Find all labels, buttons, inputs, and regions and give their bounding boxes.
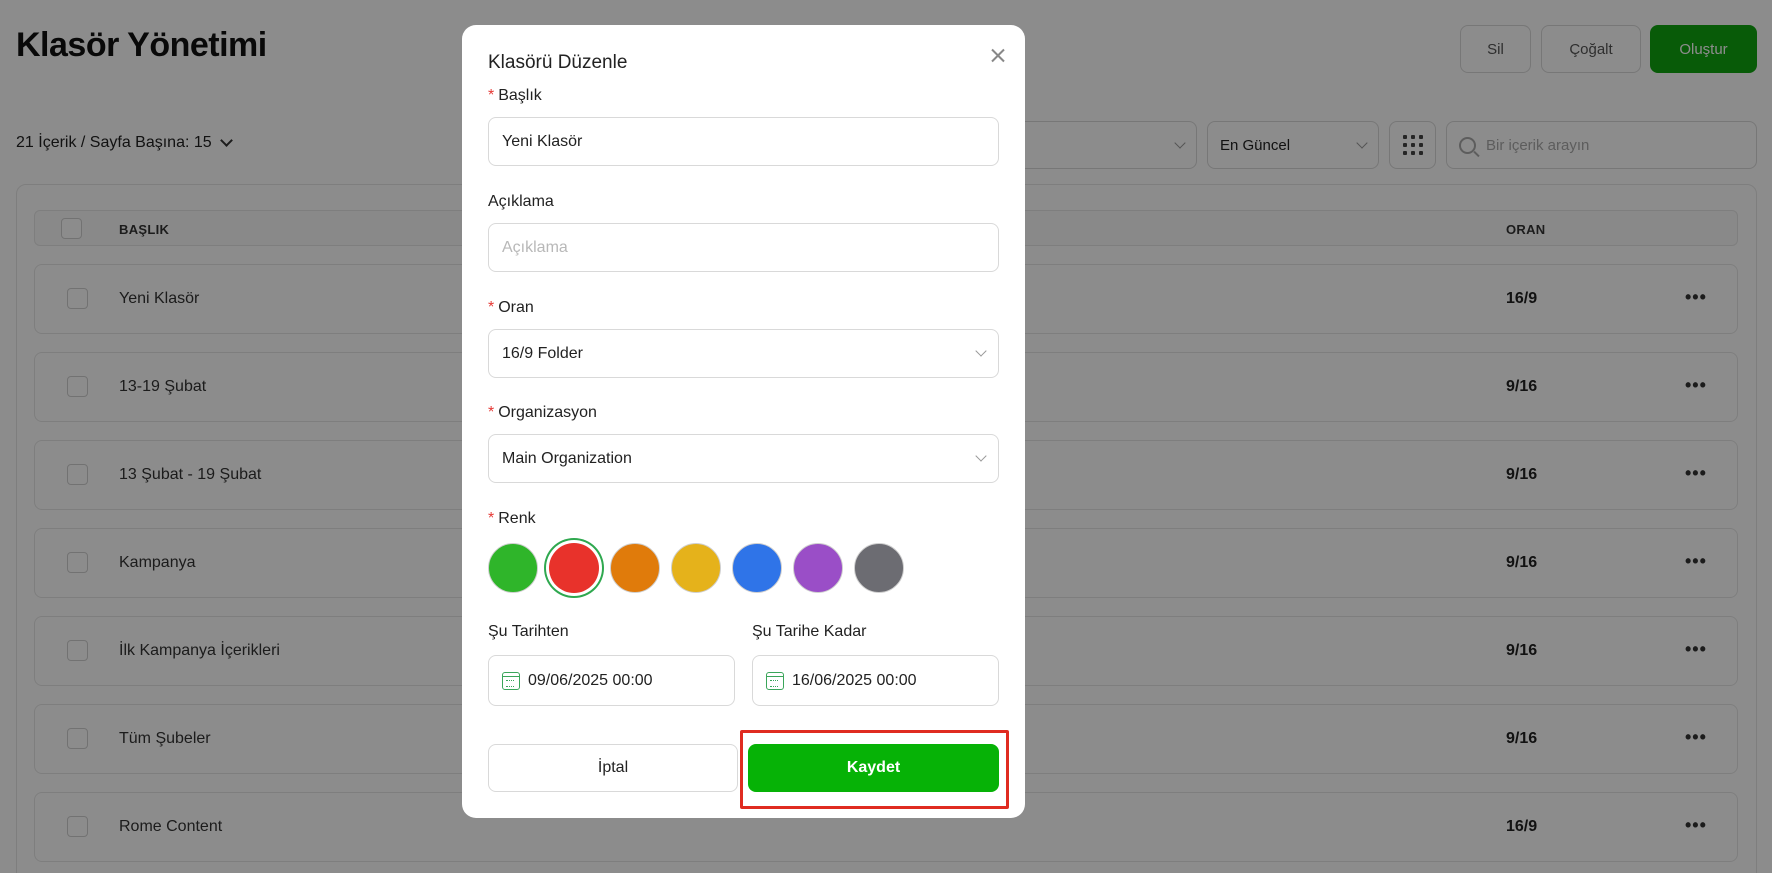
organization-select[interactable]: Main Organization (488, 434, 999, 483)
required-marker: * (488, 510, 495, 527)
title-input[interactable] (488, 117, 999, 166)
from-date-value: 09/06/2025 00:00 (528, 671, 653, 689)
close-icon[interactable] (987, 45, 1009, 67)
color-picker (488, 543, 904, 593)
ratio-value: 16/9 Folder (502, 344, 583, 362)
cancel-button[interactable]: İptal (488, 744, 738, 792)
color-swatch[interactable] (671, 543, 721, 593)
organization-value: Main Organization (502, 449, 632, 467)
color-swatch[interactable] (732, 543, 782, 593)
title-field-label: * Başlık (488, 87, 542, 104)
chevron-down-icon (975, 345, 987, 357)
required-marker: * (488, 404, 495, 421)
calendar-icon (502, 671, 520, 690)
save-button-highlight (740, 730, 1009, 809)
to-date-label: Şu Tarihe Kadar (752, 623, 867, 640)
color-swatch[interactable] (854, 543, 904, 593)
color-swatch[interactable] (610, 543, 660, 593)
to-date-picker[interactable]: 16/06/2025 00:00 (752, 655, 999, 706)
color-swatch[interactable] (793, 543, 843, 593)
ratio-field-label: * Oran (488, 299, 534, 316)
to-date-value: 16/06/2025 00:00 (792, 671, 917, 689)
chevron-down-icon (975, 450, 987, 462)
color-field-label: * Renk (488, 510, 536, 527)
ratio-select[interactable]: 16/9 Folder (488, 329, 999, 378)
required-marker: * (488, 299, 495, 316)
description-input[interactable] (488, 223, 999, 272)
color-swatch[interactable] (549, 543, 599, 593)
calendar-icon (766, 671, 784, 690)
description-field-label: Açıklama (488, 193, 554, 210)
modal-title: Klasörü Düzenle (488, 52, 628, 73)
required-marker: * (488, 87, 495, 104)
edit-folder-modal: Klasörü Düzenle *Başlık Açıklama *Oran 1… (462, 25, 1025, 818)
from-date-label: Şu Tarihten (488, 623, 569, 640)
organization-field-label: * Organizasyon (488, 404, 597, 421)
color-swatch[interactable] (488, 543, 538, 593)
from-date-picker[interactable]: 09/06/2025 00:00 (488, 655, 735, 706)
